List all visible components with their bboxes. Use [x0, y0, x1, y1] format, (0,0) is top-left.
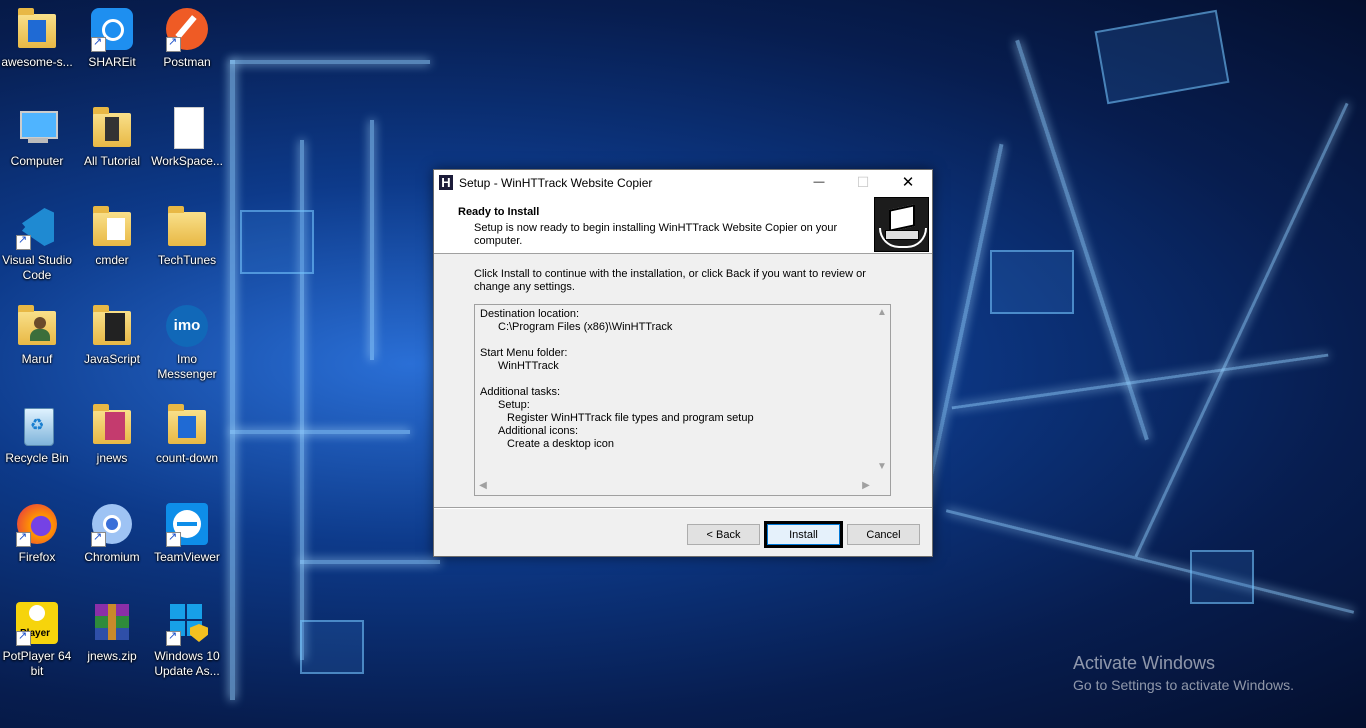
back-button[interactable]: < Back [687, 524, 760, 545]
additional-icons-label: Additional icons: [498, 425, 579, 437]
chromium-icon [89, 501, 135, 547]
button-separator [434, 507, 932, 509]
imo-icon: imo [164, 303, 210, 349]
cancel-button[interactable]: Cancel [847, 524, 920, 545]
desktop-icon-label: JavaScript [83, 352, 141, 366]
desktop-icon-teamviewer[interactable]: TeamViewer [150, 501, 224, 565]
folder-icon [14, 6, 60, 52]
desktop-icon-jnews-zip[interactable]: jnews.zip [75, 600, 149, 664]
setup-label: Setup: [498, 399, 530, 411]
folder-icon [164, 402, 210, 448]
postman-icon [164, 6, 210, 52]
desktop-icon-label: Maruf [21, 352, 53, 366]
desktop-icon-label: Imo Messenger [157, 352, 217, 381]
desktop-icon-label: Chromium [84, 550, 140, 564]
recycle-bin-icon: ♻ [14, 402, 60, 448]
desktop-icon-label: Recycle Bin [5, 451, 69, 465]
desktop-icon-label: jnews [96, 451, 128, 465]
desktop-icon-recycle-bin[interactable]: ♻ Recycle Bin [0, 402, 74, 466]
windows-logo-icon [164, 600, 210, 646]
desktop-icon-label: count-down [155, 451, 219, 465]
setup-task: Register WinHTTrack file types and progr… [507, 412, 754, 424]
desktop-icon-imo[interactable]: imo Imo Messenger [150, 303, 224, 382]
desktop-icon-windows-update[interactable]: Windows 10 Update As... [150, 600, 224, 679]
destination-value: C:\Program Files (x86)\WinHTTrack [498, 321, 673, 333]
teamviewer-icon [164, 501, 210, 547]
start-menu-value: WinHTTrack [498, 360, 559, 372]
folder-icon [89, 204, 135, 250]
wizard-header: Ready to Install Setup is now ready to b… [434, 195, 932, 254]
desktop-icon-label: TechTunes [157, 253, 217, 267]
minimize-button[interactable]: — [796, 170, 842, 195]
desktop-icon-awesome-s[interactable]: awesome-s... [0, 6, 74, 70]
wizard-computer-icon [874, 197, 929, 252]
desktop-icon-techtunes[interactable]: TechTunes [150, 204, 224, 268]
file-icon [164, 105, 210, 151]
desktop-icon-label: Firefox [18, 550, 56, 564]
maximize-button: ☐ [856, 174, 870, 190]
desktop-icon-cmder[interactable]: cmder [75, 204, 149, 268]
shareit-icon [89, 6, 135, 52]
desktop-icon-all-tutorial[interactable]: All Tutorial [75, 105, 149, 169]
additional-tasks-label: Additional tasks: [480, 386, 561, 398]
user-folder-icon [14, 303, 60, 349]
desktop-icon-label: WorkSpace... [151, 154, 223, 168]
desktop-icon-label: Windows 10 Update As... [154, 649, 220, 678]
potplayer-icon: Player [14, 600, 60, 646]
scroll-down-icon[interactable]: ▼ [874, 461, 890, 472]
winrar-archive-icon [89, 600, 135, 646]
destination-label: Destination location: [480, 308, 580, 320]
scroll-up-icon[interactable]: ▲ [874, 307, 890, 318]
start-menu-label: Start Menu folder: [480, 347, 568, 359]
icons-task: Create a desktop icon [507, 438, 615, 450]
horizontal-scrollbar[interactable]: ◀ ▶ [475, 479, 874, 495]
install-button[interactable]: Install [764, 521, 843, 548]
desktop-icon-label: awesome-s... [1, 55, 73, 69]
desktop-icon-vscode[interactable]: Visual Studio Code [0, 204, 74, 283]
folder-icon [89, 303, 135, 349]
vscode-icon [14, 204, 60, 250]
folder-icon [89, 105, 135, 151]
desktop-icon-workspace[interactable]: WorkSpace... [150, 105, 224, 169]
activation-title: Activate Windows [1073, 653, 1216, 673]
vertical-scrollbar[interactable]: ▲ ▼ [874, 305, 890, 477]
desktop-icon-chromium[interactable]: Chromium [75, 501, 149, 565]
activation-subtitle: Go to Settings to activate Windows. [1073, 677, 1294, 693]
settings-summary-memo[interactable]: Destination location: C:\Program Files (… [474, 304, 891, 496]
desktop-icon-label: PotPlayer 64 bit [2, 649, 72, 678]
desktop-icon-label: SHAREit [88, 55, 136, 69]
desktop-icon-computer[interactable]: Computer [0, 105, 74, 169]
desktop-icon-jnews[interactable]: jnews [75, 402, 149, 466]
desktop-icon-postman[interactable]: Postman [150, 6, 224, 70]
firefox-icon [14, 501, 60, 547]
desktop-icon-label: TeamViewer [154, 550, 220, 564]
desktop-icon-potplayer[interactable]: Player PotPlayer 64 bit [0, 600, 74, 679]
scroll-left-icon[interactable]: ◀ [475, 480, 491, 491]
instructions-text: Click Install to continue with the insta… [474, 268, 866, 293]
desktop-icon-count-down[interactable]: count-down [150, 402, 224, 466]
folder-icon [164, 204, 210, 250]
computer-icon [14, 105, 60, 151]
activation-watermark: Activate Windows Go to Settings to activ… [1073, 653, 1294, 693]
dialog-titlebar[interactable]: H Setup - WinHTTrack Website Copier — ☐ … [434, 170, 932, 195]
close-button[interactable]: ✕ [885, 170, 931, 195]
desktop-icon-javascript[interactable]: JavaScript [75, 303, 149, 367]
dialog-title: Setup - WinHTTrack Website Copier [459, 176, 653, 190]
setup-dialog: H Setup - WinHTTrack Website Copier — ☐ … [433, 169, 933, 557]
desktop-icon-label: All Tutorial [83, 154, 141, 168]
winhttrack-logo-icon: H [439, 175, 453, 190]
desktop-icon-label: Computer [10, 154, 64, 168]
desktop-icon-label: Visual Studio Code [2, 253, 72, 282]
desktop-icon-firefox[interactable]: Firefox [0, 501, 74, 565]
desktop-icon-label: Postman [163, 55, 211, 69]
desktop-icon-shareit[interactable]: SHAREit [75, 6, 149, 70]
page-description: Setup is now ready to begin installing W… [474, 222, 838, 247]
desktop-icon-maruf[interactable]: Maruf [0, 303, 74, 367]
folder-icon [89, 402, 135, 448]
desktop-icon-label: jnews.zip [87, 649, 137, 663]
desktop-icon-label: cmder [95, 253, 129, 267]
scroll-right-icon[interactable]: ▶ [858, 480, 874, 491]
page-title: Ready to Install [458, 206, 540, 218]
